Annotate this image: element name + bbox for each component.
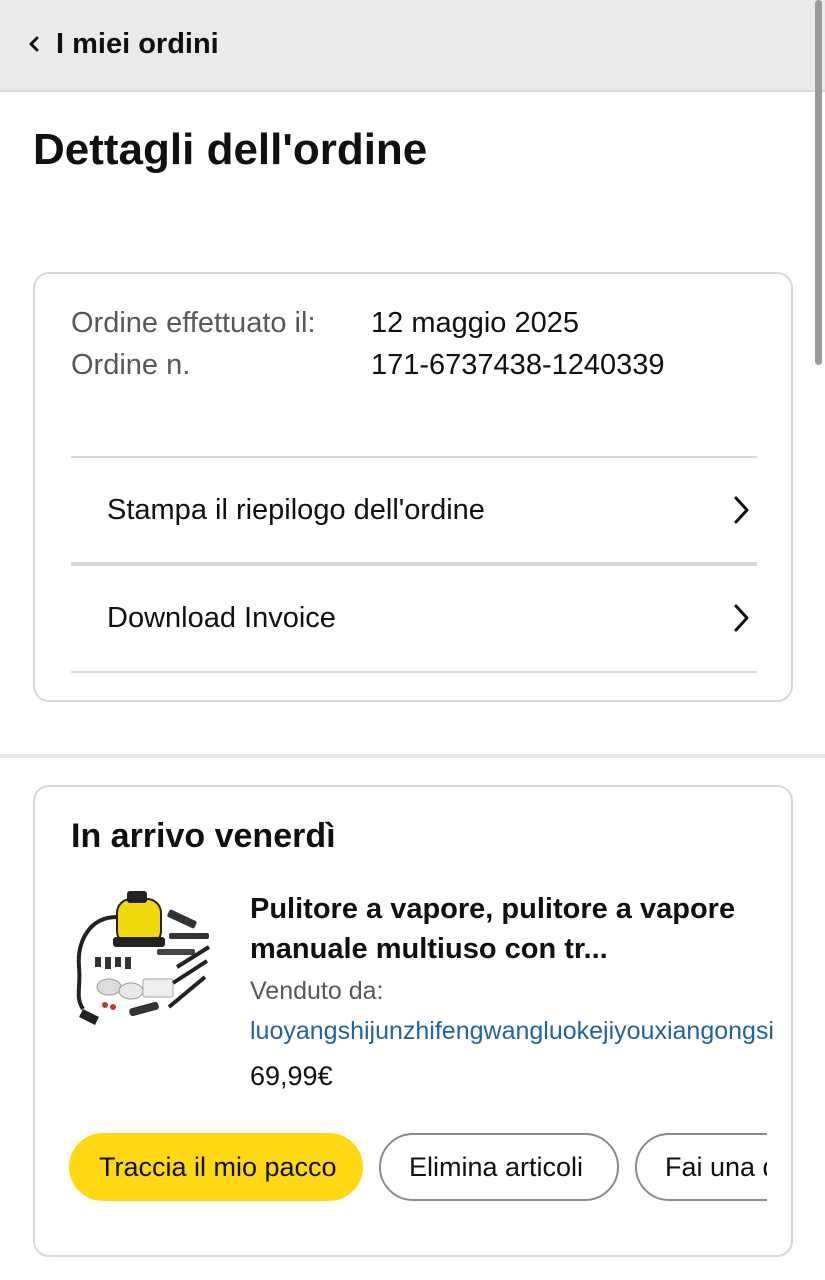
order-info-labels: Ordine effettuato il: Ordine n. xyxy=(71,307,316,381)
sold-by-label: Venduto da: xyxy=(250,977,384,1005)
page-title: Dettagli dell'ordine xyxy=(33,125,428,174)
top-bar: I miei ordini xyxy=(0,0,825,92)
product-price: 69,99€ xyxy=(250,1061,333,1091)
product-image[interactable] xyxy=(69,887,219,1037)
chevron-right-icon xyxy=(734,496,749,524)
chevron-right-icon xyxy=(734,604,749,632)
shipment-card: In arrivo venerdì Pulitore a vapore, pul… xyxy=(33,785,793,1257)
order-summary-card: Ordine effettuato il: Ordine n. 12 maggi… xyxy=(33,272,793,702)
track-package-button[interactable]: Traccia il mio pacco xyxy=(69,1133,363,1201)
scrollbar[interactable] xyxy=(815,0,822,365)
back-label: I miei ordini xyxy=(56,27,219,60)
section-separator xyxy=(0,754,825,758)
download-invoice-label: Download Invoice xyxy=(107,601,336,634)
print-summary-label: Stampa il riepilogo dell'ordine xyxy=(107,493,485,526)
ask-question-button[interactable]: Fai una domanda xyxy=(635,1133,767,1201)
remove-items-button[interactable]: Elimina articoli xyxy=(379,1133,619,1201)
seller-link[interactable]: luoyangshijunzhifengwangluokejiyouxiango… xyxy=(250,1017,795,1046)
chevron-left-icon xyxy=(29,36,39,52)
back-button[interactable]: I miei ordini xyxy=(26,22,219,66)
order-info-values: 12 maggio 2025 171-6737438-1240339 xyxy=(371,307,665,381)
divider xyxy=(71,671,757,673)
delivery-status: In arrivo venerdì xyxy=(71,817,336,855)
action-buttons-row: Traccia il mio pacco Elimina articoli Fa… xyxy=(69,1133,767,1203)
download-invoice-link[interactable]: Download Invoice xyxy=(71,566,757,670)
product-title-link[interactable]: Pulitore a vapore, pulitore a vapore man… xyxy=(250,889,770,969)
print-summary-link[interactable]: Stampa il riepilogo dell'ordine xyxy=(71,458,757,562)
